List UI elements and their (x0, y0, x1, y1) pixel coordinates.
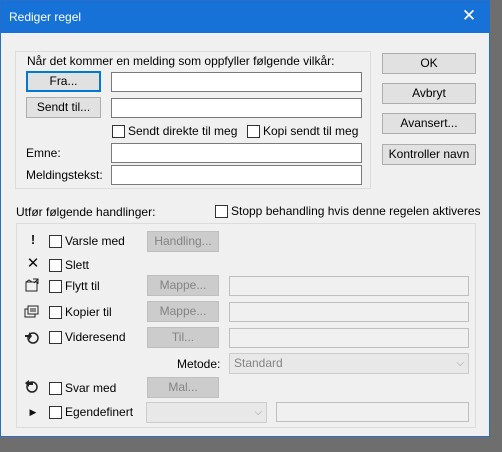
exclamation-icon: ! (30, 232, 36, 247)
notify-checkbox[interactable] (49, 235, 62, 248)
body-field[interactable] (111, 165, 362, 185)
expand-triangle-icon[interactable]: ▶ (25, 404, 41, 420)
reply-icon (24, 379, 40, 395)
delete-x-icon: ✕ (26, 255, 40, 272)
custom-label: Egendefinert (65, 405, 134, 419)
subject-label: Emne: (26, 146, 61, 160)
actions-group (16, 223, 476, 428)
forward-icon (24, 329, 40, 345)
delete-checkbox[interactable] (49, 259, 62, 272)
move-folder-field[interactable] (229, 276, 469, 296)
sent-direct-checkbox[interactable] (112, 125, 125, 138)
forward-to-button[interactable]: Til... (147, 327, 219, 348)
edit-rule-dialog: Rediger regel ✕ Når det kommer en meldin… (0, 0, 490, 437)
move-to-folder-icon (24, 277, 40, 293)
custom-checkbox[interactable] (49, 406, 62, 419)
copy-label: Kopier til (65, 305, 112, 319)
close-icon[interactable]: ✕ (459, 6, 479, 26)
chevron-down-icon: ⌵ (456, 358, 464, 369)
conditions-heading: Når det kommer en melding som oppfyller … (25, 54, 337, 68)
stop-processing-checkbox[interactable] (215, 205, 228, 218)
body-label: Meldingstekst: (26, 168, 103, 182)
title-bar: Rediger regel ✕ (1, 1, 489, 33)
forward-checkbox[interactable] (49, 331, 62, 344)
copy-to-folder-icon (24, 303, 40, 319)
reply-label: Svar med (65, 381, 117, 395)
from-field[interactable] (111, 72, 362, 92)
reply-template-button[interactable]: Mal... (147, 377, 219, 398)
method-select[interactable]: Standard ⌵ (229, 353, 469, 374)
subject-field[interactable] (111, 143, 362, 163)
reply-checkbox[interactable] (49, 382, 62, 395)
custom-select[interactable]: ⌵ (146, 402, 267, 423)
copy-checkbox[interactable] (49, 306, 62, 319)
method-label: Metode: (177, 357, 221, 371)
ok-button[interactable]: OK (382, 53, 476, 74)
stop-processing-label: Stopp behandling hvis denne regelen akti… (231, 204, 481, 218)
move-folder-button[interactable]: Mappe... (147, 275, 219, 296)
notify-action-button[interactable]: Handling... (147, 231, 219, 252)
copy-folder-field[interactable] (229, 302, 469, 322)
dialog-title: Rediger regel (9, 10, 82, 24)
sent-direct-label: Sendt direkte til meg (128, 124, 238, 138)
actions-heading: Utfør følgende handlinger: (16, 205, 156, 219)
notify-label: Varsle med (65, 234, 125, 248)
chevron-down-icon: ⌵ (254, 407, 262, 418)
custom-field[interactable] (276, 402, 469, 422)
move-label: Flytt til (65, 279, 100, 293)
delete-label: Slett (65, 258, 90, 272)
copy-folder-button[interactable]: Mappe... (147, 301, 219, 322)
check-names-button[interactable]: Kontroller navn (382, 144, 476, 165)
cc-checkbox[interactable] (247, 125, 260, 138)
forward-label: Videresend (65, 330, 126, 344)
sent-to-field[interactable] (111, 98, 362, 118)
forward-to-field[interactable] (229, 328, 469, 348)
from-button[interactable]: Fra... (26, 71, 101, 92)
advanced-button[interactable]: Avansert... (382, 113, 476, 134)
move-checkbox[interactable] (49, 280, 62, 293)
cc-label: Kopi sendt til meg (263, 124, 359, 138)
method-value: Standard (234, 356, 283, 370)
sent-to-button[interactable]: Sendt til... (26, 97, 101, 118)
cancel-button[interactable]: Avbryt (382, 83, 476, 104)
